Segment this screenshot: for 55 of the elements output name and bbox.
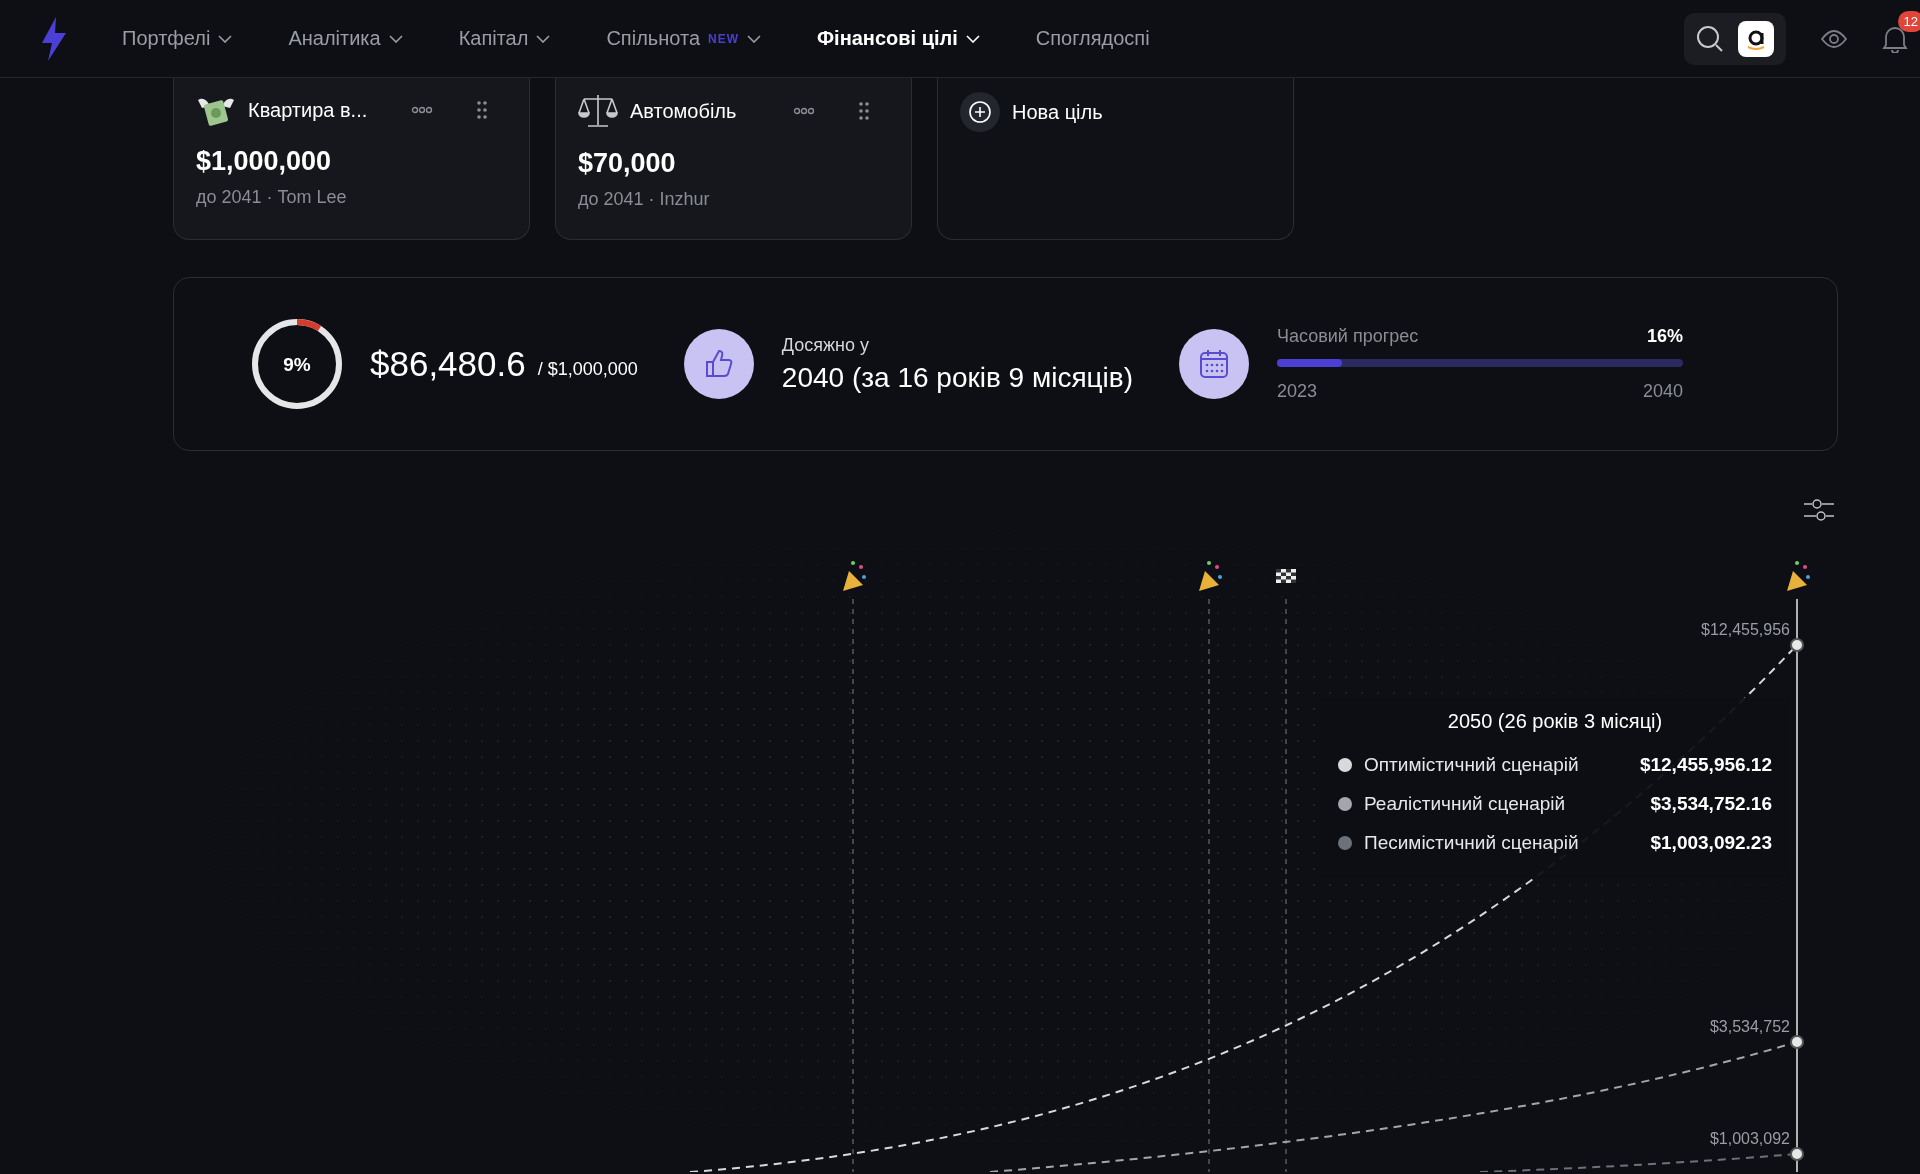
goal-title: Квартира в... <box>248 98 369 122</box>
data-point <box>1790 1035 1804 1049</box>
goal-card[interactable]: Автомобіль $70,000 до 2041 · Inzhur <box>555 78 912 240</box>
nav-menu-item[interactable]: Портфелі <box>122 27 233 50</box>
target-amount: / $1,000,000 <box>537 358 638 380</box>
goal-amount: $70,000 <box>578 148 677 179</box>
party-popper-icon <box>1787 561 1810 591</box>
point-value-label: $1,003,092 <box>1709 1130 1790 1147</box>
nav-menu-item[interactable]: Капітал <box>458 27 551 50</box>
series-value: $1,003,092.23 <box>1650 831 1772 854</box>
series-label: Оптимістичний сценарій <box>1364 753 1580 776</box>
drag-handle-icon[interactable] <box>859 102 869 120</box>
achievable-date: 2040 (за 16 років 9 місяців) <box>781 361 1134 394</box>
series-value: $3,534,752.16 <box>1650 792 1772 815</box>
new-goal-card[interactable]: Нова ціль <box>937 78 1294 240</box>
more-icon[interactable] <box>411 106 433 114</box>
eye-icon[interactable] <box>1820 28 1848 49</box>
tooltip-title: 2050 (26 років 3 місяці) <box>1446 710 1664 733</box>
search-icon[interactable] <box>1696 24 1724 53</box>
point-value-label: $3,534,752 <box>1709 1018 1790 1035</box>
scales-icon <box>578 92 618 130</box>
notification-bell-icon[interactable] <box>1882 24 1908 53</box>
notification-count: 12 <box>1897 10 1920 32</box>
time-progress-percent: 16% <box>1647 326 1684 347</box>
end-year: 2040 <box>1643 381 1684 402</box>
nav-menu-item[interactable]: Аналітика <box>288 27 403 50</box>
goal-deadline: до 2041 · Inzhur <box>578 189 711 210</box>
goal-deadline: до 2041 · Tom Lee <box>196 187 348 208</box>
party-popper-icon <box>843 561 866 591</box>
more-icon[interactable] <box>793 107 815 115</box>
settings-sliders-icon[interactable] <box>1803 499 1835 521</box>
progress-percent: 9% <box>283 354 311 374</box>
nav-menu-item[interactable]: Спільнота NEW <box>606 27 761 50</box>
start-year: 2023 <box>1277 381 1318 402</box>
nav-menu-item[interactable]: Споглядоспі <box>1035 27 1150 50</box>
series-value: $12,455,956.12 <box>1639 753 1772 776</box>
achievable-label: Досяжно у <box>781 334 870 356</box>
new-goal-label: Нова ціль <box>1012 100 1104 124</box>
current-amount: $86,480.6 <box>370 344 526 384</box>
add-icon <box>960 92 1000 132</box>
goal-title: Автомобіль <box>630 99 738 123</box>
time-progress-label: Часовий прогрес <box>1277 326 1419 347</box>
party-popper-icon <box>1199 561 1222 591</box>
lightning-logo[interactable] <box>40 16 68 61</box>
checkered-flag-icon <box>1276 569 1296 583</box>
point-value-label: $12,455,956 <box>1701 621 1790 638</box>
series-label: Реалістичний сценарій <box>1364 792 1567 815</box>
data-point <box>1790 638 1804 652</box>
nav-menu-item[interactable]: Фінансові цілі <box>817 27 980 50</box>
drag-handle-icon[interactable] <box>477 101 487 119</box>
app-button[interactable] <box>1738 20 1774 57</box>
goal-amount: $1,000,000 <box>196 146 333 177</box>
data-point <box>1790 1147 1804 1161</box>
series-label: Песимістичний сценарій <box>1364 831 1580 854</box>
goal-card[interactable]: Квартира в... $1,000,000 до 2041 · Tom Lee <box>173 78 530 240</box>
